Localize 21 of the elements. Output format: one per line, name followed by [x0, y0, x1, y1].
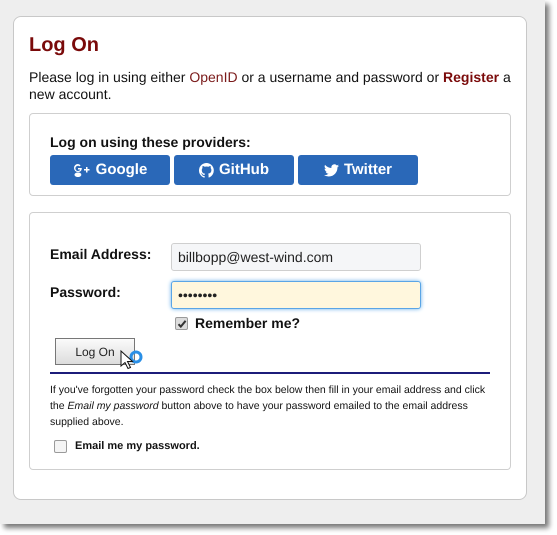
password-field[interactable]: ••••••••: [171, 281, 421, 309]
email-password-checkbox[interactable]: [54, 440, 67, 453]
page-title: Log On: [29, 33, 100, 57]
logon-button[interactable]: Log On: [55, 338, 135, 365]
github-login-button[interactable]: GitHub: [174, 155, 294, 185]
remember-label: Remember me?: [195, 314, 300, 333]
google-login-button[interactable]: Google: [50, 155, 170, 185]
github-icon: [199, 162, 214, 178]
bird-icon: [324, 164, 339, 176]
help-text: If you've forgotten your password check the box below then fill in your email address and click the Email my password button above to have your password emailed to the email address supplied above.: [50, 383, 486, 430]
email-label: Email Address:: [50, 245, 152, 264]
intro-text: Please log in using either OpenID or a username and password or Register a new account.: [29, 69, 511, 103]
openid-link[interactable]: OpenID: [189, 69, 238, 85]
providers-heading: Log on using these providers:: [50, 134, 252, 151]
twitter-login-button[interactable]: Twitter: [298, 155, 418, 185]
google-plus-icon: [72, 163, 91, 177]
register-link[interactable]: Register: [443, 69, 500, 85]
email-field[interactable]: billbopp@west-wind.com: [171, 243, 421, 271]
password-label: Password:: [50, 283, 122, 302]
email-password-label: Email me my password.: [75, 439, 200, 454]
remember-checkbox[interactable]: [175, 317, 188, 330]
